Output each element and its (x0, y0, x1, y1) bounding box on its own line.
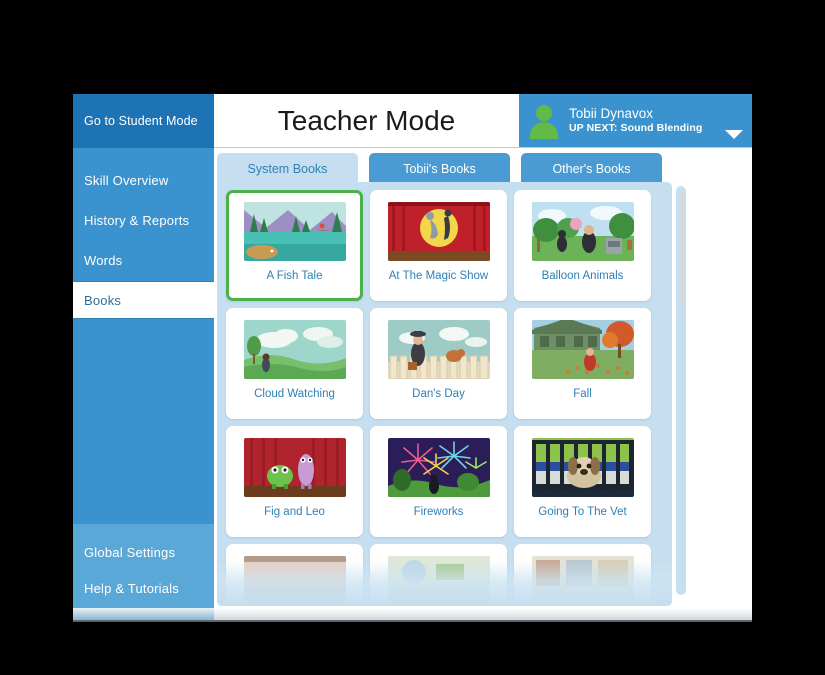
book-thumbnail-clouds (243, 320, 346, 379)
top-bar: Teacher Mode Tobii Dynavox UP NEXT: Soun… (214, 94, 752, 148)
sidebar-item-skill-overview[interactable]: Skill Overview (73, 162, 214, 198)
sidebar-item-global-settings[interactable]: Global Settings (73, 534, 214, 570)
book-title: Fall (573, 388, 592, 400)
book-title: Dan's Day (412, 388, 465, 400)
sidebar-footer: Global Settings Help & Tutorials (73, 524, 214, 620)
sidebar-item-books[interactable]: Books (73, 282, 214, 318)
tab-tobiis-books[interactable]: Tobii's Books (369, 153, 510, 184)
sidebar-item-words[interactable]: Words (73, 242, 214, 278)
books-tab-bar: System Books Tobii's Books Other's Books (217, 153, 672, 184)
book-thumbnail-monsters (243, 438, 346, 497)
tab-label: Other's Books (552, 161, 631, 176)
books-panel: A Fish Tale At The Magic Show Balloon An… (217, 182, 672, 606)
book-title: Fireworks (413, 506, 464, 518)
book-card[interactable]: Going To The Vet (514, 426, 651, 537)
book-card[interactable]: At The Magic Show (370, 190, 507, 301)
book-title: Going To The Vet (538, 506, 627, 518)
book-thumbnail-autumn (531, 320, 634, 379)
book-thumbnail-partial (387, 556, 490, 606)
book-thumbnail-lake (243, 202, 346, 261)
go-to-student-mode-button[interactable]: Go to Student Mode (73, 94, 214, 148)
book-title: A Fish Tale (266, 270, 323, 282)
book-thumbnail-cage (531, 438, 634, 497)
sidebar-item-help-tutorials[interactable]: Help & Tutorials (73, 570, 214, 606)
go-to-student-mode-label: Go to Student Mode (84, 114, 198, 128)
book-thumbnail-park (531, 202, 634, 261)
sidebar-nav-list: Skill Overview History & Reports Words B… (73, 148, 214, 318)
book-title: At The Magic Show (388, 270, 489, 282)
book-card[interactable]: Balloon Animals (514, 190, 651, 301)
book-thumbnail-fireworks (387, 438, 490, 497)
book-title: Cloud Watching (254, 388, 335, 400)
book-title: Balloon Animals (541, 270, 624, 282)
book-card[interactable]: Fig and Leo (226, 426, 363, 537)
sidebar-item-label: Help & Tutorials (84, 580, 179, 596)
sidebar-item-label: Skill Overview (84, 172, 169, 188)
book-card[interactable]: A Fish Tale (226, 190, 363, 301)
book-thumbnail-partial (531, 556, 634, 606)
sidebar-item-label: Global Settings (84, 544, 176, 560)
book-title: Fig and Leo (264, 506, 325, 518)
sidebar: Go to Student Mode Skill Overview Histor… (73, 94, 214, 620)
books-scrollbar-thumb[interactable] (680, 191, 683, 306)
book-card[interactable]: Cloud Watching (226, 308, 363, 419)
tab-label: Tobii's Books (403, 161, 476, 176)
book-card[interactable] (226, 544, 363, 606)
book-card[interactable] (370, 544, 507, 606)
sidebar-item-label: Words (84, 252, 123, 268)
tab-others-books[interactable]: Other's Books (521, 153, 662, 184)
user-panel[interactable]: Tobii Dynavox UP NEXT: Sound Blending (519, 94, 752, 147)
up-next-label: UP NEXT: Sound Blending (569, 122, 703, 135)
teacher-mode-window: Go to Student Mode Skill Overview Histor… (73, 94, 752, 620)
book-thumbnail-stage (387, 202, 490, 261)
chevron-down-icon[interactable] (725, 130, 743, 139)
page-title: Teacher Mode (277, 104, 456, 136)
book-thumbnail-fence (387, 320, 490, 379)
sidebar-item-history-reports[interactable]: History & Reports (73, 202, 214, 238)
person-icon (527, 103, 561, 139)
tab-label: System Books (247, 161, 328, 176)
books-scrollbar[interactable] (676, 186, 686, 595)
book-grid: A Fish Tale At The Magic Show Balloon An… (226, 190, 651, 606)
sidebar-item-label: History & Reports (84, 212, 190, 228)
book-thumbnail-partial (243, 556, 346, 606)
tab-system-books[interactable]: System Books (217, 153, 358, 184)
sidebar-item-label: Books (84, 292, 122, 308)
books-content-area: System Books Tobii's Books Other's Books (217, 151, 745, 620)
book-card[interactable]: Dan's Day (370, 308, 507, 419)
book-card[interactable] (514, 544, 651, 606)
book-card[interactable]: Fall (514, 308, 651, 419)
book-card[interactable]: Fireworks (370, 426, 507, 537)
user-info: Tobii Dynavox UP NEXT: Sound Blending (569, 106, 725, 136)
user-name: Tobii Dynavox (569, 105, 654, 121)
